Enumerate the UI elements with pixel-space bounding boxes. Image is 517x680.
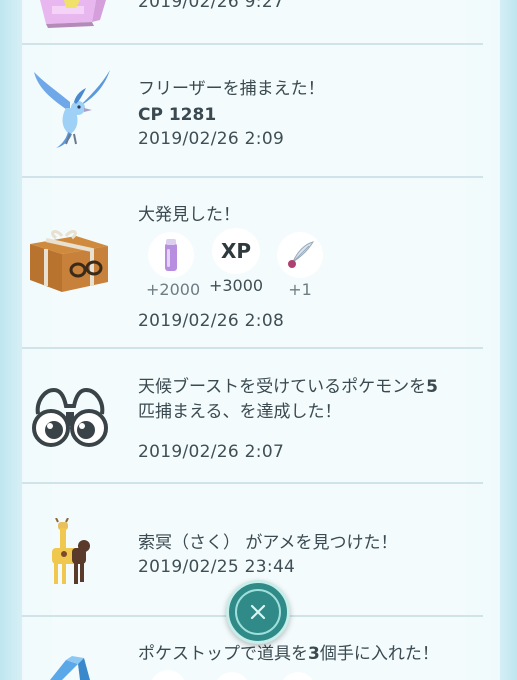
close-button[interactable] bbox=[226, 580, 290, 644]
feather-icon bbox=[288, 241, 315, 268]
entry-date: 2019/02/26 2:09 bbox=[138, 129, 285, 149]
reward-amount: +3000 bbox=[208, 276, 264, 295]
entry-title: 索冥（さく） がアメを見つけた！ bbox=[138, 533, 398, 553]
reward-amount: +2000 bbox=[146, 280, 201, 299]
reward-feather: +1 bbox=[276, 232, 324, 299]
pokestop-icon bbox=[50, 656, 90, 680]
entry-title: ポケストップで道具を3個手に入れた！ bbox=[138, 644, 439, 664]
divider bbox=[22, 482, 483, 484]
entry-title: フリーザーを捕まえた！ bbox=[138, 79, 325, 99]
entry-date: 2019/02/26 9:27 bbox=[138, 0, 285, 12]
reward-xp: XP +3000 bbox=[208, 228, 264, 295]
entry-title-line1: 天候ブーストを受けているポケモンを5 bbox=[138, 377, 438, 397]
entry-title: 大発見した！ bbox=[138, 205, 240, 225]
reward-stardust: +2000 bbox=[146, 232, 201, 299]
articuno-icon bbox=[34, 70, 110, 148]
binoculars-icon bbox=[32, 387, 108, 447]
entry-date: 2019/02/26 2:07 bbox=[138, 442, 285, 462]
entry-date: 2019/02/25 23:44 bbox=[138, 557, 296, 577]
item-box-icon bbox=[40, 0, 106, 28]
xp-icon: XP bbox=[220, 239, 252, 263]
divider bbox=[22, 43, 483, 45]
reward-amount: +1 bbox=[288, 280, 312, 299]
stardust-icon bbox=[165, 239, 177, 271]
mystery-box-icon bbox=[30, 230, 108, 292]
girafarig-icon bbox=[52, 518, 90, 584]
divider bbox=[22, 176, 483, 178]
entry-date: 2019/02/26 2:08 bbox=[138, 311, 285, 331]
divider bbox=[22, 347, 483, 349]
close-icon bbox=[250, 604, 266, 620]
entry-title-line2: 匹捕まえる、を達成した！ bbox=[138, 402, 342, 422]
entry-cp: CP 1281 bbox=[138, 105, 217, 125]
